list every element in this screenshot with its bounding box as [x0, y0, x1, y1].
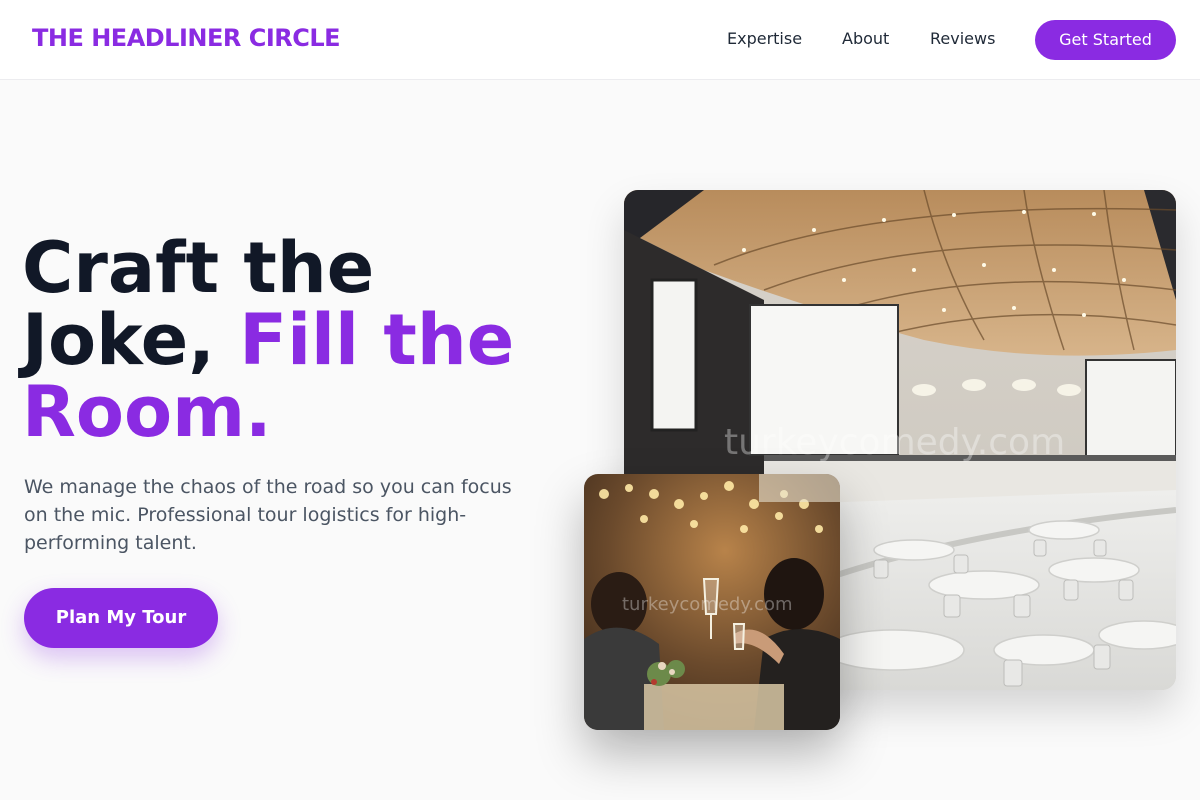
headline-line3-accent: Room.	[22, 371, 272, 453]
brand-logo[interactable]: THE HEADLINER CIRCLE	[32, 24, 341, 52]
headline-line1: Craft the	[22, 227, 375, 309]
hero-subtitle: We manage the chaos of the road so you c…	[24, 476, 512, 554]
nav-link-expertise[interactable]: Expertise	[727, 29, 802, 48]
headline-line2-plain: Joke,	[22, 299, 240, 381]
dinner-event-image: turkeycomedy.com	[584, 474, 840, 730]
headline-line2-accent: Fill the	[239, 299, 515, 381]
get-started-button[interactable]: Get Started	[1035, 20, 1176, 60]
plan-my-tour-button[interactable]: Plan My Tour	[24, 588, 218, 648]
hero-headline: Craft the Joke, Fill the Room.	[22, 232, 582, 448]
top-navbar: THE HEADLINER CIRCLE Expertise About Rev…	[0, 0, 1200, 80]
nav-link-about[interactable]: About	[842, 29, 889, 48]
dinner-event-illustration	[584, 474, 840, 730]
nav-link-reviews[interactable]: Reviews	[930, 29, 995, 48]
